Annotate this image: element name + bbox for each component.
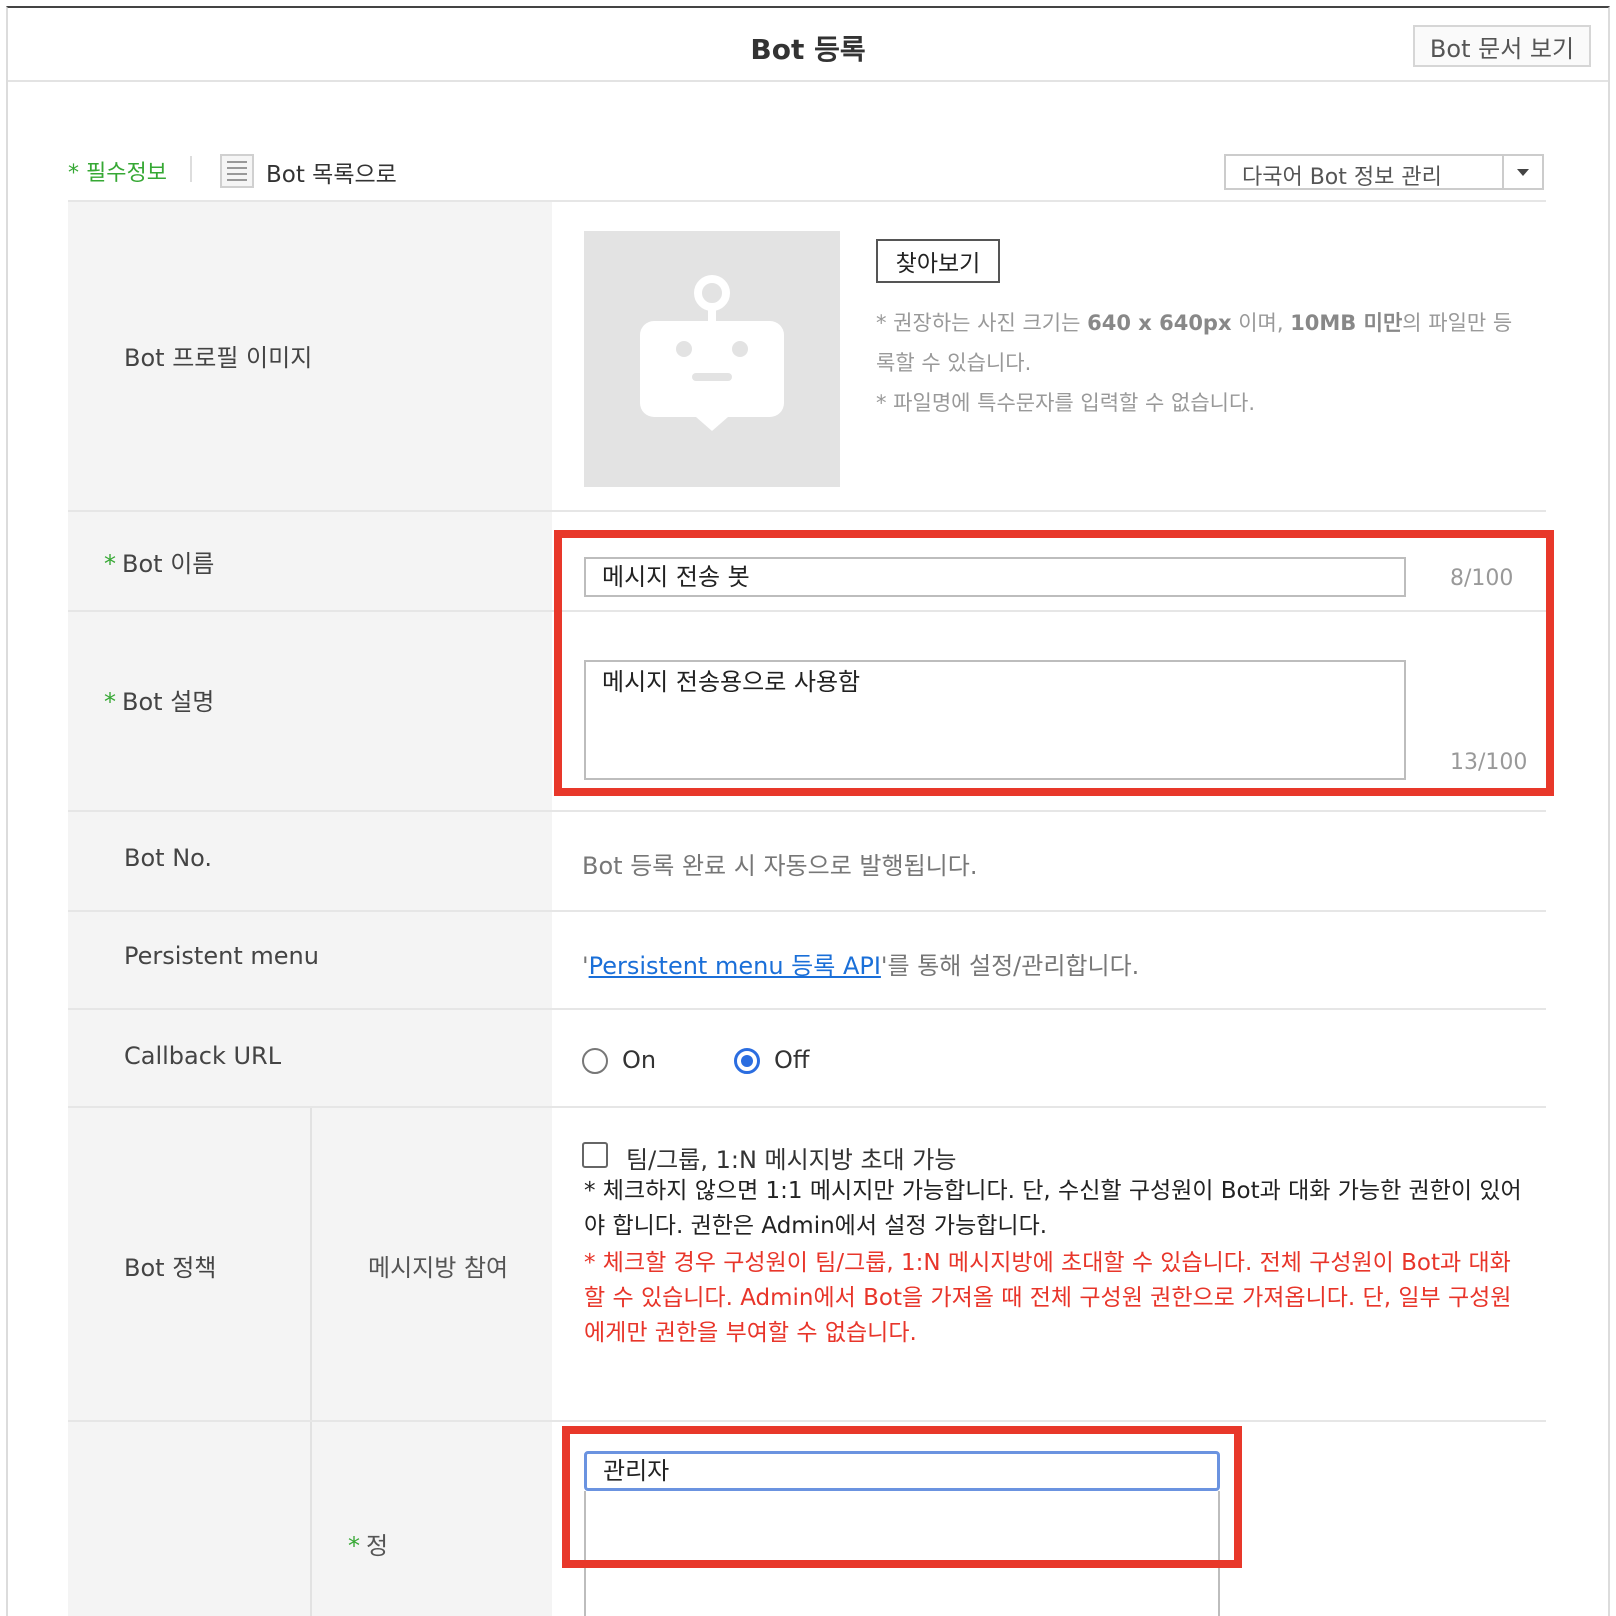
row-content: 'Persistent menu 등록 API'를 통해 설정/관리합니다. <box>552 912 1546 1008</box>
row-header: Bot No. <box>68 812 552 910</box>
callback-on-radio[interactable] <box>582 1048 608 1074</box>
bot-name-label: * Bot 이름 <box>104 550 215 578</box>
divider <box>310 1422 312 1616</box>
bot-docs-button[interactable]: Bot 문서 보기 <box>1413 25 1591 67</box>
bot-policy-label: Bot 정책 <box>124 1254 217 1282</box>
required-info-legend: * 필수정보 <box>68 161 167 186</box>
persistent-menu-api-link[interactable]: Persistent menu 등록 API <box>589 952 881 980</box>
row-header: Persistent menu <box>68 912 552 1008</box>
row-callback-url: Callback URL On Off <box>68 1008 1546 1106</box>
bot-icon <box>640 275 784 431</box>
row-header: Bot 프로필 이미지 <box>68 202 552 510</box>
group-invite-checkbox[interactable] <box>582 1142 608 1168</box>
persistent-menu-text: 'Persistent menu 등록 API'를 통해 설정/관리합니다. <box>582 952 1140 980</box>
row-header: Callback URL <box>68 1010 552 1106</box>
profile-help-text: * 권장하는 사진 크기는 640 x 640px 이며, 10MB 미만의 파… <box>876 311 1513 375</box>
divider <box>310 1108 312 1420</box>
bot-no-label: Bot No. <box>124 844 213 872</box>
row-content: Bot 등록 완료 시 자동으로 발행됩니다. <box>552 812 1546 910</box>
row-persistent-menu: Persistent menu 'Persistent menu 등록 API'… <box>68 910 1546 1008</box>
chatroom-join-label: 메시지방 참여 <box>368 1254 509 1282</box>
callback-on-label[interactable]: On <box>622 1046 656 1074</box>
persistent-menu-label: Persistent menu <box>124 942 319 970</box>
bot-no-text: Bot 등록 완료 시 자동으로 발행됩니다. <box>582 852 978 880</box>
chevron-down-icon[interactable] <box>1502 156 1542 188</box>
language-select[interactable]: 다국어 Bot 정보 관리 <box>1224 154 1544 190</box>
row-bot-no: Bot No. Bot 등록 완료 시 자동으로 발행됩니다. <box>68 810 1546 910</box>
manager-label: * 정 <box>348 1532 389 1560</box>
bot-description-label: * Bot 설명 <box>104 688 215 716</box>
profile-image-label: Bot 프로필 이미지 <box>124 344 313 372</box>
highlight-box <box>554 530 1554 796</box>
list-icon[interactable] <box>220 154 254 188</box>
bot-avatar-placeholder <box>584 231 840 487</box>
browse-button[interactable]: 찾아보기 <box>876 239 1000 283</box>
row-content: On Off <box>552 1010 1546 1106</box>
divider <box>190 156 192 182</box>
row-header: Bot 정책 메시지방 참여 <box>68 1108 552 1420</box>
row-header: * Bot 설명 <box>68 612 552 810</box>
page-header: Bot 등록 Bot 문서 보기 <box>8 8 1608 82</box>
language-select-value: 다국어 Bot 정보 관리 <box>1242 165 1442 190</box>
highlight-box <box>562 1426 1242 1568</box>
profile-filename-help: * 파일명에 특수문자를 입력할 수 없습니다. <box>876 391 1255 415</box>
callback-off-radio[interactable] <box>734 1048 760 1074</box>
group-invite-label[interactable]: 팀/그룹, 1:N 메시지방 초대 가능 <box>626 1140 956 1175</box>
row-header: * Bot 이름 <box>68 512 552 610</box>
callback-url-label: Callback URL <box>124 1042 282 1070</box>
page-title: Bot 등록 <box>750 33 866 66</box>
back-to-list-link[interactable]: Bot 목록으로 <box>266 155 397 189</box>
policy-note-red: * 체크할 경우 구성원이 팀/그룹, 1:N 메시지방에 초대할 수 있습니다… <box>584 1250 1512 1346</box>
callback-off-label[interactable]: Off <box>774 1046 809 1074</box>
row-header: * 정 <box>68 1422 552 1616</box>
policy-note-black: * 체크하지 않으면 1:1 메시지만 가능합니다. 단, 수신할 구성원이 B… <box>584 1178 1522 1239</box>
